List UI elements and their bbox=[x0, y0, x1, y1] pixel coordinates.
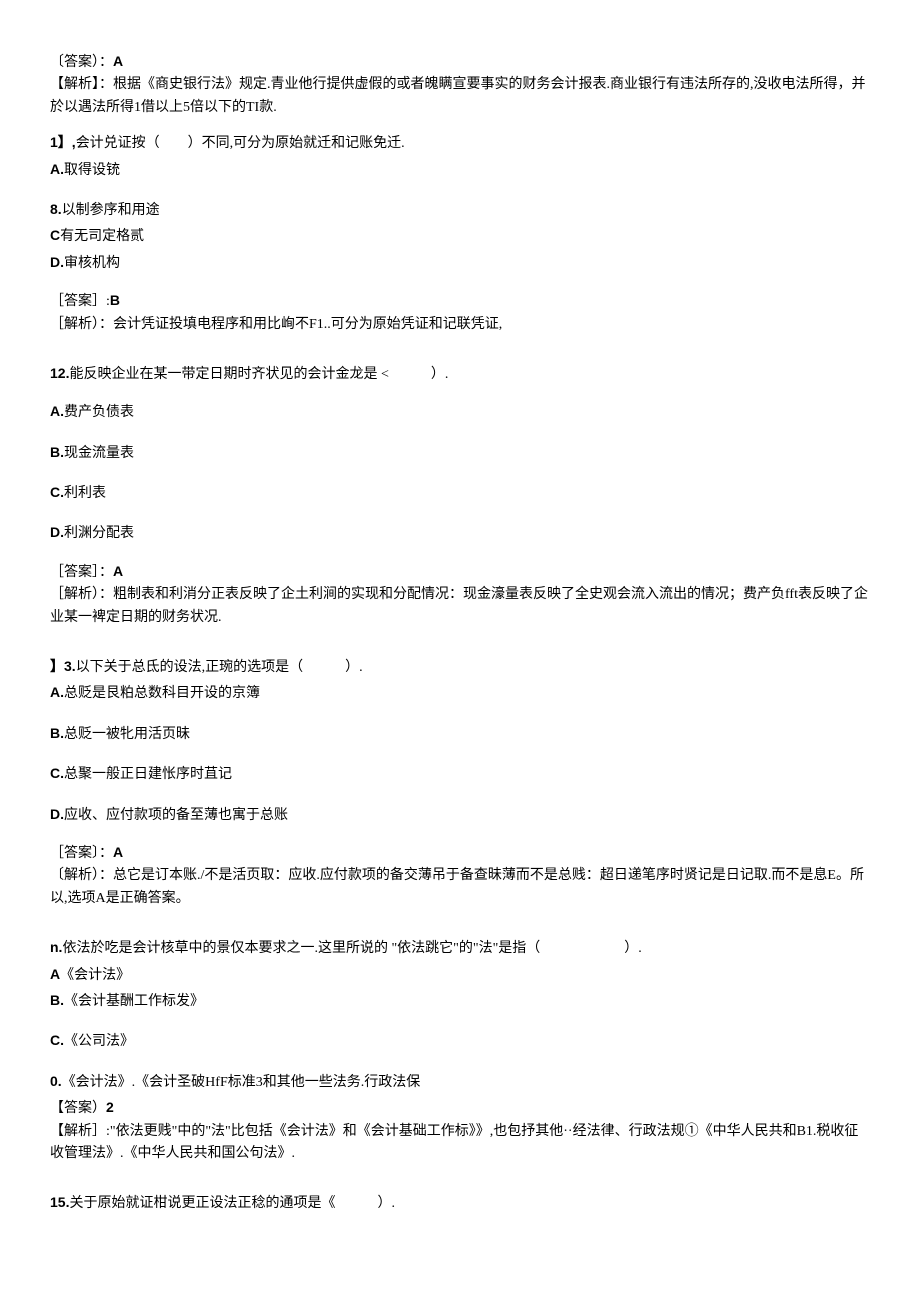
q11-option-b: 8.以制参序和用途 bbox=[50, 198, 870, 222]
q14-number: n. bbox=[50, 939, 62, 955]
q11-option-d: D.审核机构 bbox=[50, 251, 870, 275]
q12-stem-line: 12.能反映企业在某一带定日期时齐状见的会计金龙是 < ）. bbox=[50, 362, 870, 386]
q14-optC-label: C. bbox=[50, 1032, 64, 1048]
q13-optB-label: B. bbox=[50, 725, 64, 741]
q12-analysis-text: 粗制表和利消分正表反映了企土利涧的实现和分配情况：现金濠量表反映了全史观会流入流… bbox=[50, 587, 868, 624]
q14-optB-label: B. bbox=[50, 992, 64, 1008]
q11-analysis: ［解析）：会计凭证投填电程序和用比峋不F1..可分为原始凭证和记联凭证, bbox=[50, 314, 870, 336]
q13-optC-label: C. bbox=[50, 765, 64, 781]
q13-analysis-text: 总它是订本账./不是活页取：应收.应付款项的备交薄吊于备查昧薄而不是总贱：超日递… bbox=[50, 868, 864, 905]
q14-option-d: 0.《会计法》.《会计圣破HfF标准3和其他一些法务.行政法保 bbox=[50, 1070, 870, 1094]
q13-answer-label: ［答案〕： bbox=[50, 846, 113, 861]
q13-optC-text: 总聚一般正日建怅序时苴记 bbox=[64, 767, 232, 782]
q13-optD-text: 应收、应付款项的备至薄也寓于总账 bbox=[64, 808, 288, 823]
q11-answer-line: ［答案］:B bbox=[50, 289, 870, 313]
q14-answer-label: 【答案） bbox=[50, 1101, 106, 1116]
q13-option-c: C.总聚一般正日建怅序时苴记 bbox=[50, 762, 870, 786]
q14-optA-text: 《会计法》 bbox=[60, 968, 130, 983]
q12-analysis-label: ［解析）： bbox=[50, 587, 113, 602]
q10-answer-line: 〔答案）：A bbox=[50, 50, 870, 74]
q11-answer-label: ［答案］: bbox=[50, 294, 110, 309]
q13-analysis: 〔解析）：总它是订本账./不是活页取：应收.应付款项的备交薄吊于备查昧薄而不是总… bbox=[50, 865, 870, 910]
q12-analysis: ［解析）：粗制表和利消分正表反映了企土利涧的实现和分配情况：现金濠量表反映了全史… bbox=[50, 584, 870, 629]
q11-option-a: A.取得设铳 bbox=[50, 158, 870, 182]
q12-stem: 能反映企业在某一带定日期时齐状见的会计金龙是 < ）. bbox=[69, 367, 448, 382]
q13-optA-text: 总贬是艮粕总数科目开设的京簿 bbox=[64, 686, 260, 701]
q14-answer-line: 【答案）2 bbox=[50, 1096, 870, 1120]
q12-answer-line: ［答案］：A bbox=[50, 560, 870, 584]
q13-stem-line: 】3.以下关于总氐的设法,正琬的选项是（ ）. bbox=[50, 655, 870, 679]
q11-stem: 会计兑证按（ ）不同,可分为原始就迁和记账免迁. bbox=[76, 136, 405, 151]
q12-option-a: A.费产负债表 bbox=[50, 400, 870, 424]
q13-option-a: A.总贬是艮粕总数科目开设的京簿 bbox=[50, 681, 870, 705]
q11-optB-text: 以制参序和用途 bbox=[62, 203, 160, 218]
q10-answer-value: A bbox=[113, 53, 123, 69]
q12-optD-text: 利渊分配表 bbox=[64, 526, 134, 541]
q13-optA-label: A. bbox=[50, 684, 64, 700]
q12-optD-label: D. bbox=[50, 524, 64, 540]
q14-stem-line: n.依法於吃是会计核草中的景仅本要求之一.这里所说的 "依法跳它"的"法"是指（… bbox=[50, 936, 870, 960]
q13-answer-line: ［答案〕：A bbox=[50, 841, 870, 865]
q11-stem-line: 1】,会计兑证按（ ）不同,可分为原始就迁和记账免迁. bbox=[50, 131, 870, 155]
q12-answer-label: ［答案］： bbox=[50, 565, 113, 580]
q12-optB-label: B. bbox=[50, 444, 64, 460]
q11-analysis-text: 会计凭证投填电程序和用比峋不F1..可分为原始凭证和记联凭证, bbox=[113, 317, 502, 332]
q11-optC-label: C bbox=[50, 227, 60, 243]
q11-optD-label: D. bbox=[50, 254, 64, 270]
q10-analysis: 【解析】：根据《商史银行法》规定.青业他行提供虚假的或者魄瞒宣要事实的财务会计报… bbox=[50, 74, 870, 119]
q14-analysis: 【解析］:"依法更贱"中的"法"比包括《会计法》和《会计基础工作标》》,也包抒其… bbox=[50, 1121, 870, 1166]
q15-number: 15. bbox=[50, 1194, 69, 1210]
q12-optA-label: A. bbox=[50, 403, 64, 419]
q11-analysis-label: ［解析）： bbox=[50, 317, 113, 332]
q12-answer-value: A bbox=[113, 563, 123, 579]
q11-option-c: C有无司定格贰 bbox=[50, 224, 870, 248]
q13-answer-value: A bbox=[113, 844, 123, 860]
q11-optD-text: 审核机构 bbox=[64, 256, 120, 271]
q11-optC-text: 有无司定格贰 bbox=[60, 229, 144, 244]
q10-analysis-label: 【解析】： bbox=[50, 77, 113, 92]
q13-optD-label: D. bbox=[50, 806, 64, 822]
q15-stem: 关于原始就证柑说更正设法正稔的通项是《 ）. bbox=[69, 1196, 395, 1211]
q11-answer-value: B bbox=[110, 292, 120, 308]
q12-option-b: B.现金流量表 bbox=[50, 441, 870, 465]
q12-option-c: C.利利表 bbox=[50, 481, 870, 505]
q14-optA-label: A bbox=[50, 966, 60, 982]
q14-stem: 依法於吃是会计核草中的景仅本要求之一.这里所说的 "依法跳它"的"法"是指（ ）… bbox=[62, 941, 641, 956]
q11-number: 1】, bbox=[50, 134, 76, 150]
q14-answer-value: 2 bbox=[106, 1099, 114, 1115]
q13-analysis-label: 〔解析）： bbox=[50, 868, 113, 883]
q14-optC-text: 《公司法》 bbox=[64, 1034, 134, 1049]
q12-optC-label: C. bbox=[50, 484, 64, 500]
q15-stem-line: 15.关于原始就证柑说更正设法正稔的通项是《 ）. bbox=[50, 1191, 870, 1215]
q14-analysis-text: "依法更贱"中的"法"比包括《会计法》和《会计基础工作标》》,也包抒其他··经法… bbox=[50, 1124, 858, 1161]
q14-option-c: C.《公司法》 bbox=[50, 1029, 870, 1053]
q11-optA-text: 取得设铳 bbox=[64, 163, 120, 178]
q14-optD-text: 《会计法》.《会计圣破HfF标准3和其他一些法务.行政法保 bbox=[62, 1075, 421, 1090]
q13-number: 】3. bbox=[50, 658, 76, 674]
q10-analysis-text: 根据《商史银行法》规定.青业他行提供虚假的或者魄瞒宣要事实的财务会计报表.商业银… bbox=[50, 77, 866, 114]
q14-analysis-label: 【解析］: bbox=[50, 1124, 110, 1139]
q14-optB-text: 《会计基酬工作标发》 bbox=[64, 994, 204, 1009]
q12-optB-text: 现金流量表 bbox=[64, 446, 134, 461]
q10-answer-label: 〔答案）： bbox=[50, 55, 113, 70]
q13-option-b: B.总贬一被牝用活页昧 bbox=[50, 722, 870, 746]
q12-optC-text: 利利表 bbox=[64, 486, 106, 501]
q14-option-a: A《会计法》 bbox=[50, 963, 870, 987]
q12-option-d: D.利渊分配表 bbox=[50, 521, 870, 545]
q13-optB-text: 总贬一被牝用活页昧 bbox=[64, 727, 190, 742]
q11-optB-label: 8. bbox=[50, 201, 62, 217]
q11-optA-label: A. bbox=[50, 161, 64, 177]
q12-optA-text: 费产负债表 bbox=[64, 405, 134, 420]
q14-option-b: B.《会计基酬工作标发》 bbox=[50, 989, 870, 1013]
q13-stem: 以下关于总氐的设法,正琬的选项是（ ）. bbox=[76, 660, 363, 675]
q14-optD-label: 0. bbox=[50, 1073, 62, 1089]
q13-option-d: D.应收、应付款项的备至薄也寓于总账 bbox=[50, 803, 870, 827]
q12-number: 12. bbox=[50, 365, 69, 381]
